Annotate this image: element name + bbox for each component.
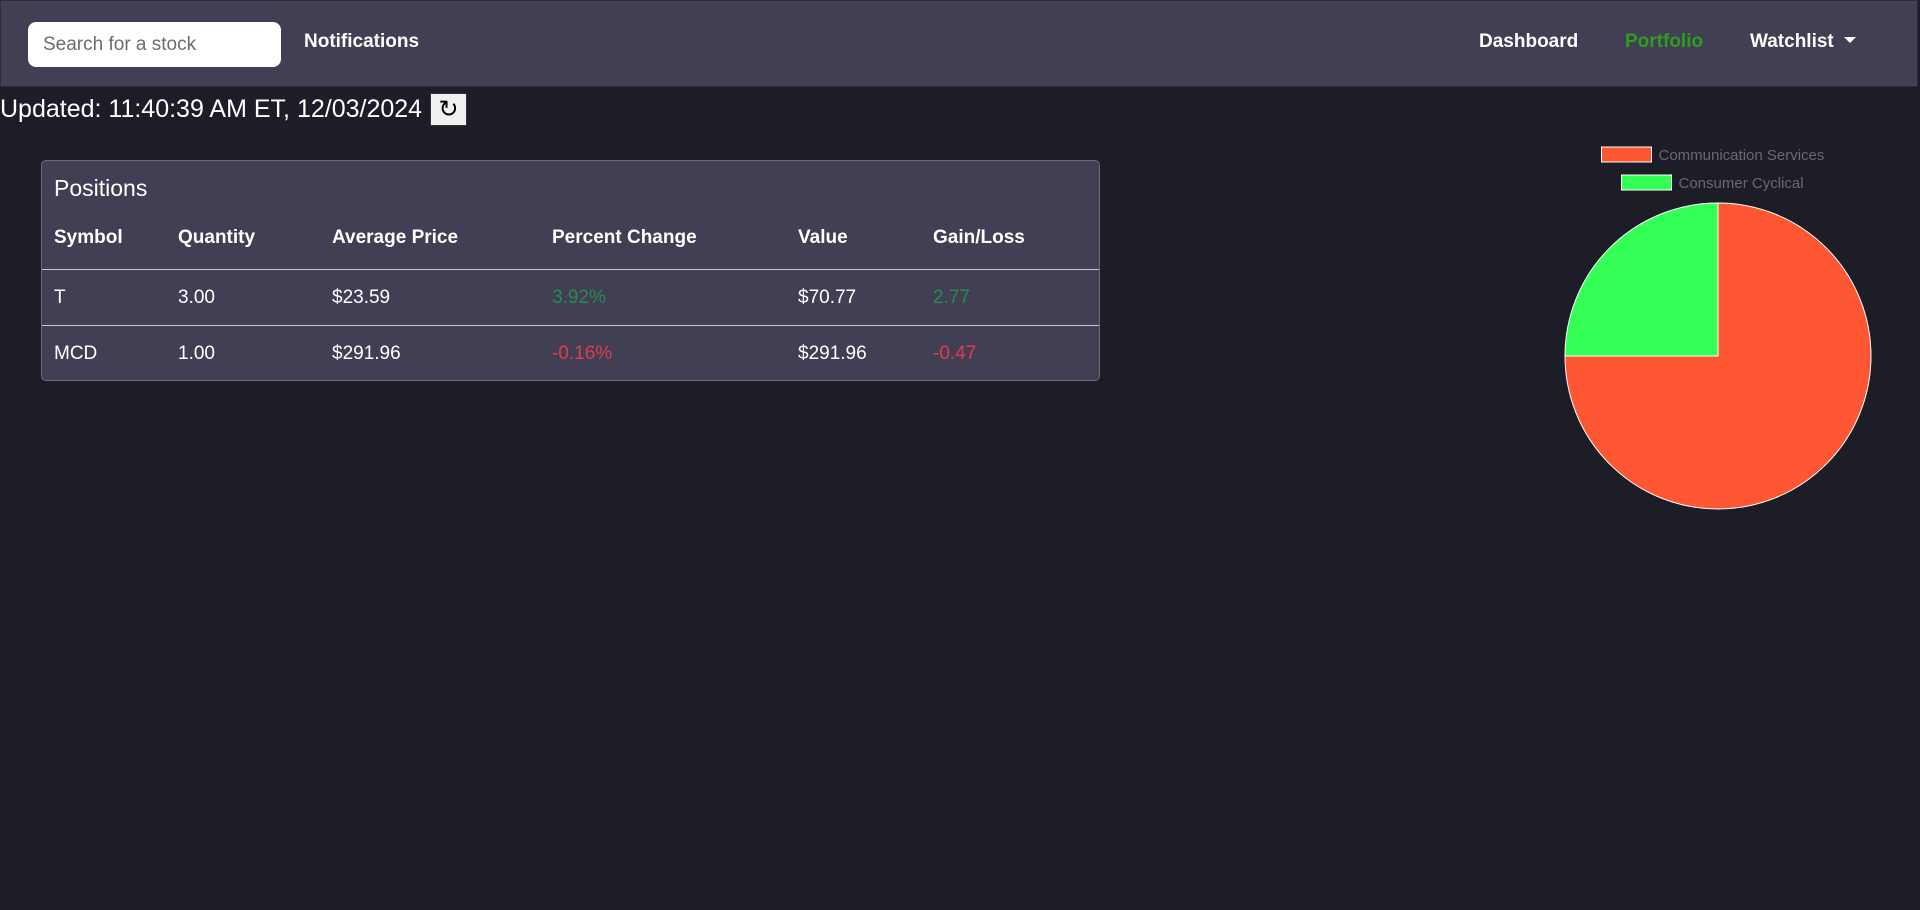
cell-average-price: $23.59: [332, 286, 391, 308]
search-input[interactable]: [28, 22, 281, 67]
col-header-symbol: Symbol: [42, 225, 178, 270]
refresh-icon: ↻: [438, 95, 459, 123]
col-header-percent-change: Percent Change: [552, 225, 798, 270]
positions-table: Symbol Quantity Average Price Percent Ch…: [42, 225, 1099, 380]
col-header-gain-loss: Gain/Loss: [933, 225, 1099, 270]
cell-percent-change: 3.92%: [552, 286, 606, 308]
table-header-row: Symbol Quantity Average Price Percent Ch…: [42, 225, 1099, 270]
legend-label-1[interactable]: Consumer Cyclical: [1679, 175, 1804, 192]
cell-symbol: T: [54, 286, 66, 308]
cell-gain-loss: -0.47: [933, 325, 1099, 380]
cell-symbol: MCD: [42, 325, 178, 380]
cell-percent-change: -0.16%: [552, 325, 798, 380]
nav-watchlist-label: Watchlist: [1750, 31, 1834, 52]
legend-swatch-0[interactable]: [1601, 146, 1652, 163]
table-row[interactable]: MCD 1.00 $291.96 -0.16% $291.96 -0.47: [42, 325, 1099, 380]
cell-average-price: $291.96: [332, 325, 552, 380]
refresh-button[interactable]: ↻: [430, 92, 468, 126]
positions-title: Positions: [54, 175, 148, 201]
nav-portfolio[interactable]: Portfolio: [1625, 31, 1703, 53]
table-row[interactable]: T 3.00 $23.59 3.92% $70.77 2.77: [42, 270, 1099, 326]
positions-card: Positions Symbol Quantity Average Price …: [41, 160, 1100, 381]
col-header-value: Value: [798, 225, 933, 270]
legend-swatch-1[interactable]: [1621, 174, 1672, 191]
nav-dashboard[interactable]: Dashboard: [1479, 31, 1578, 53]
cell-quantity: 3.00: [178, 286, 215, 308]
col-header-quantity: Quantity: [178, 225, 332, 270]
cell-quantity: 1.00: [178, 325, 332, 380]
col-header-average-price: Average Price: [332, 225, 552, 270]
legend-label-0[interactable]: Communication Services: [1659, 147, 1825, 164]
cell-gain-loss: 2.77: [933, 286, 970, 308]
sector-pie-chart: Communication Services Consumer Cyclical: [1564, 146, 1872, 510]
update-status: Updated: 11:40:39 AM ET, 12/03/2024 ↻: [0, 92, 468, 126]
cell-value: $70.77: [798, 286, 857, 308]
caret-down-icon: [1843, 37, 1856, 43]
navbar: Notifications Dashboard Portfolio Watchl…: [0, 0, 1918, 87]
nav-notifications[interactable]: Notifications: [304, 31, 419, 53]
nav-watchlist-dropdown[interactable]: Watchlist: [1750, 31, 1856, 53]
pie-slice-consumer-cyclical[interactable]: [1564, 202, 1719, 357]
updated-timestamp: Updated: 11:40:39 AM ET, 12/03/2024: [0, 94, 423, 123]
cell-value: $291.96: [798, 325, 933, 380]
